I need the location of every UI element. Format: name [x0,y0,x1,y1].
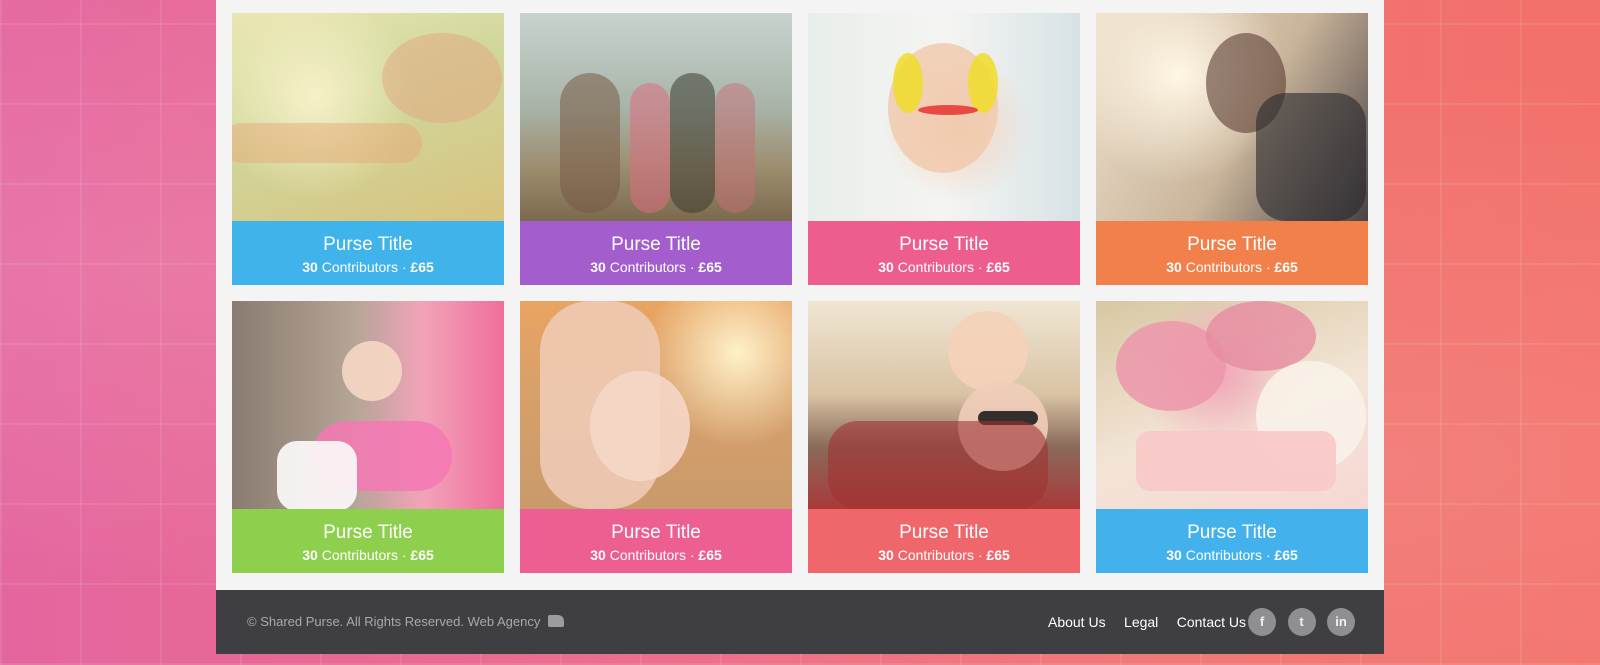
contributors-label: Contributors · [893,547,987,563]
contributors-label: Contributors · [605,259,699,275]
contributors-label: Contributors · [317,259,411,275]
site-footer: © Shared Purse. All Rights Reserved. Web… [216,590,1384,654]
purse-amount: £65 [410,259,434,275]
purse-image [1096,301,1368,509]
social-links: f t in [1241,608,1355,636]
purse-card[interactable]: Purse Title 30 Contributors · £65 [808,13,1080,285]
contributors-count: 30 [1166,259,1182,275]
copyright-notice: © Shared Purse. All Rights Reserved. Web… [247,614,565,630]
web-agency-logo-icon[interactable] [548,615,565,627]
purse-card[interactable]: Purse Title 30 Contributors · £65 [1096,13,1368,285]
contributors-count: 30 [302,259,318,275]
contributors-label: Contributors · [1181,547,1275,563]
contributors-label: Contributors · [1181,259,1275,275]
purse-amount: £65 [986,259,1010,275]
footer-nav: About Us Legal Contact Us [1034,613,1246,632]
purse-title: Purse Title [899,522,989,543]
purse-title: Purse Title [611,522,701,543]
purse-card[interactable]: Purse Title 30 Contributors · £65 [520,301,792,573]
purse-title: Purse Title [1187,234,1277,255]
about-us-link[interactable]: About Us [1048,614,1106,630]
purse-meta: 30 Contributors · £65 [808,258,1080,276]
purse-title: Purse Title [1187,522,1277,543]
purse-caption: Purse Title 30 Contributors · £65 [232,509,504,573]
purse-grid: Purse Title 30 Contributors · £65 Purse … [232,13,1368,573]
facebook-icon[interactable]: f [1248,608,1277,636]
purse-card[interactable]: Purse Title 30 Contributors · £65 [808,301,1080,573]
contributors-count: 30 [590,547,606,563]
contributors-label: Contributors · [317,547,411,563]
contributors-label: Contributors · [893,259,987,275]
copyright-text: © Shared Purse. All Rights Reserved. Web… [247,614,541,629]
linkedin-icon[interactable]: in [1327,608,1355,636]
purse-image [520,301,792,509]
purse-meta: 30 Contributors · £65 [1096,258,1368,276]
purse-caption: Purse Title 30 Contributors · £65 [1096,509,1368,573]
purse-card[interactable]: Purse Title 30 Contributors · £65 [232,301,504,573]
purse-title: Purse Title [323,522,413,543]
purse-amount: £65 [410,547,434,563]
purse-amount: £65 [986,547,1010,563]
purse-card[interactable]: Purse Title 30 Contributors · £65 [232,13,504,285]
purse-image [808,13,1080,221]
purse-title: Purse Title [899,234,989,255]
purse-image [808,301,1080,509]
purse-image [232,301,504,511]
legal-link[interactable]: Legal [1124,614,1158,630]
purse-amount: £65 [1274,259,1298,275]
purse-caption: Purse Title 30 Contributors · £65 [808,221,1080,285]
purse-meta: 30 Contributors · £65 [520,546,792,564]
purse-image [1096,13,1368,221]
purse-meta: 30 Contributors · £65 [232,546,504,564]
purse-image [232,13,504,221]
purse-title: Purse Title [611,234,701,255]
contributors-count: 30 [590,259,606,275]
contributors-count: 30 [878,547,894,563]
purse-caption: Purse Title 30 Contributors · £65 [1096,221,1368,285]
contributors-label: Contributors · [605,547,699,563]
purse-card[interactable]: Purse Title 30 Contributors · £65 [520,13,792,285]
purse-image [520,13,792,221]
purse-amount: £65 [698,259,722,275]
contributors-count: 30 [878,259,894,275]
purse-caption: Purse Title 30 Contributors · £65 [520,509,792,573]
purse-card[interactable]: Purse Title 30 Contributors · £65 [1096,301,1368,573]
purse-meta: 30 Contributors · £65 [232,258,504,276]
purse-title: Purse Title [323,234,413,255]
purse-meta: 30 Contributors · £65 [808,546,1080,564]
purse-meta: 30 Contributors · £65 [1096,546,1368,564]
purse-caption: Purse Title 30 Contributors · £65 [520,221,792,285]
contributors-count: 30 [302,547,318,563]
purse-meta: 30 Contributors · £65 [520,258,792,276]
contact-us-link[interactable]: Contact Us [1177,614,1246,630]
purse-amount: £65 [698,547,722,563]
purse-amount: £65 [1274,547,1298,563]
contributors-count: 30 [1166,547,1182,563]
twitter-icon[interactable]: t [1287,608,1316,636]
content-panel: Purse Title 30 Contributors · £65 Purse … [216,0,1384,590]
purse-caption: Purse Title 30 Contributors · £65 [808,509,1080,573]
purse-caption: Purse Title 30 Contributors · £65 [232,221,504,285]
